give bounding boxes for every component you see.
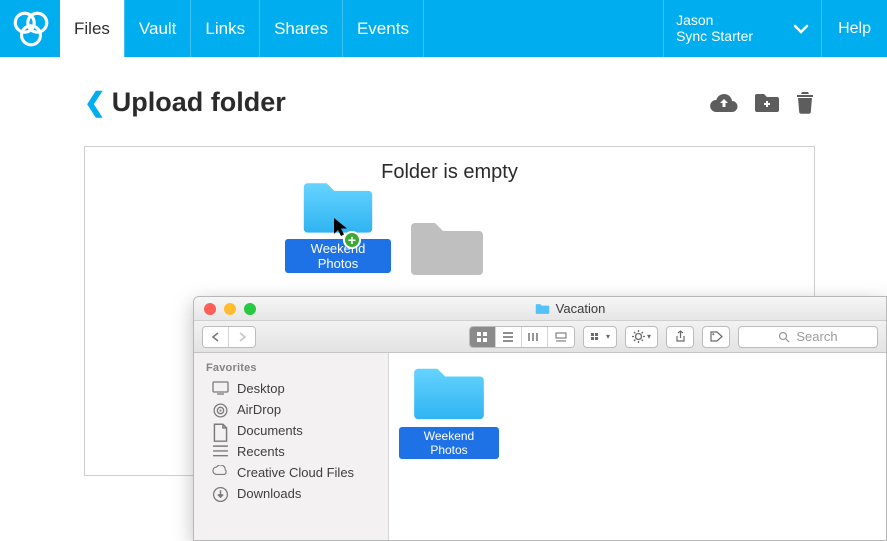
creative-cloud-icon	[212, 465, 229, 480]
zoom-traffic-light[interactable]	[244, 303, 256, 315]
nav-shares[interactable]: Shares	[259, 0, 342, 57]
drag-preview: Weekend Photos +	[285, 177, 391, 273]
finder-content[interactable]: Weekend Photos	[389, 353, 886, 540]
sidebar-heading: Favorites	[194, 359, 388, 378]
nav-links[interactable]: Links	[190, 0, 259, 57]
airdrop-icon	[212, 402, 229, 417]
main-nav: Files Vault Links Shares Events	[60, 0, 424, 57]
sidebar-item-desktop[interactable]: Desktop	[194, 378, 388, 399]
sidebar-item-downloads[interactable]: Downloads	[194, 483, 388, 504]
user-menu[interactable]: Jason Sync Starter	[663, 0, 822, 57]
list-view-button[interactable]	[496, 327, 522, 347]
file-item[interactable]: Weekend Photos	[399, 363, 499, 459]
back-button[interactable]: ❮	[84, 87, 106, 118]
close-traffic-light[interactable]	[204, 303, 216, 315]
plus-badge-icon: +	[343, 231, 361, 249]
help-link[interactable]: Help	[822, 20, 887, 38]
chevron-down-icon	[793, 24, 809, 34]
finder-titlebar[interactable]: Vacation	[194, 297, 886, 321]
sync-logo	[10, 8, 52, 50]
forward-button[interactable]	[229, 327, 255, 347]
share-button[interactable]	[666, 326, 694, 348]
trash-icon[interactable]	[795, 91, 815, 115]
column-view-button[interactable]	[522, 327, 548, 347]
action-menu-button[interactable]: ▾	[625, 326, 658, 348]
new-folder-icon[interactable]	[753, 92, 781, 114]
finder-toolbar: ▾ ▾ Search	[194, 321, 886, 353]
minimize-traffic-light[interactable]	[224, 303, 236, 315]
upload-cloud-icon[interactable]	[709, 92, 739, 114]
drag-label: Weekend Photos	[285, 239, 391, 273]
page-header: ❮ Upload folder	[84, 87, 815, 118]
user-plan: Sync Starter	[676, 29, 753, 44]
documents-icon	[212, 423, 229, 438]
arrange-button[interactable]: ▾	[583, 326, 617, 348]
placeholder-folder-icon	[407, 217, 487, 279]
finder-title: Vacation	[264, 301, 876, 316]
nav-files[interactable]: Files	[60, 0, 124, 57]
folder-icon	[535, 303, 550, 315]
folder-icon	[410, 363, 488, 423]
nav-back-forward	[202, 326, 256, 348]
finder-sidebar: Favorites Desktop AirDrop Documents Rece…	[194, 353, 389, 540]
sidebar-item-documents[interactable]: Documents	[194, 420, 388, 441]
recents-icon	[212, 444, 229, 459]
sidebar-item-airdrop[interactable]: AirDrop	[194, 399, 388, 420]
icon-view-button[interactable]	[470, 327, 496, 347]
sidebar-item-recents[interactable]: Recents	[194, 441, 388, 462]
nav-events[interactable]: Events	[342, 0, 424, 57]
empty-message: Folder is empty	[381, 161, 518, 184]
back-button[interactable]	[203, 327, 229, 347]
finder-window: Vacation ▾ ▾ Search Favorites Desktop	[193, 296, 887, 541]
tags-button[interactable]	[702, 326, 730, 348]
top-nav: Files Vault Links Shares Events Jason Sy…	[0, 0, 887, 57]
page-actions	[709, 91, 815, 115]
finder-search[interactable]: Search	[738, 326, 878, 348]
view-mode-segment	[469, 326, 575, 348]
gallery-view-button[interactable]	[548, 327, 574, 347]
sidebar-item-creative-cloud[interactable]: Creative Cloud Files	[194, 462, 388, 483]
search-icon	[778, 331, 790, 343]
user-name: Jason	[676, 13, 753, 28]
file-label: Weekend Photos	[399, 427, 499, 459]
page-title: Upload folder	[112, 87, 286, 118]
downloads-icon	[212, 486, 229, 501]
nav-vault[interactable]: Vault	[124, 0, 191, 57]
desktop-icon	[212, 381, 229, 396]
